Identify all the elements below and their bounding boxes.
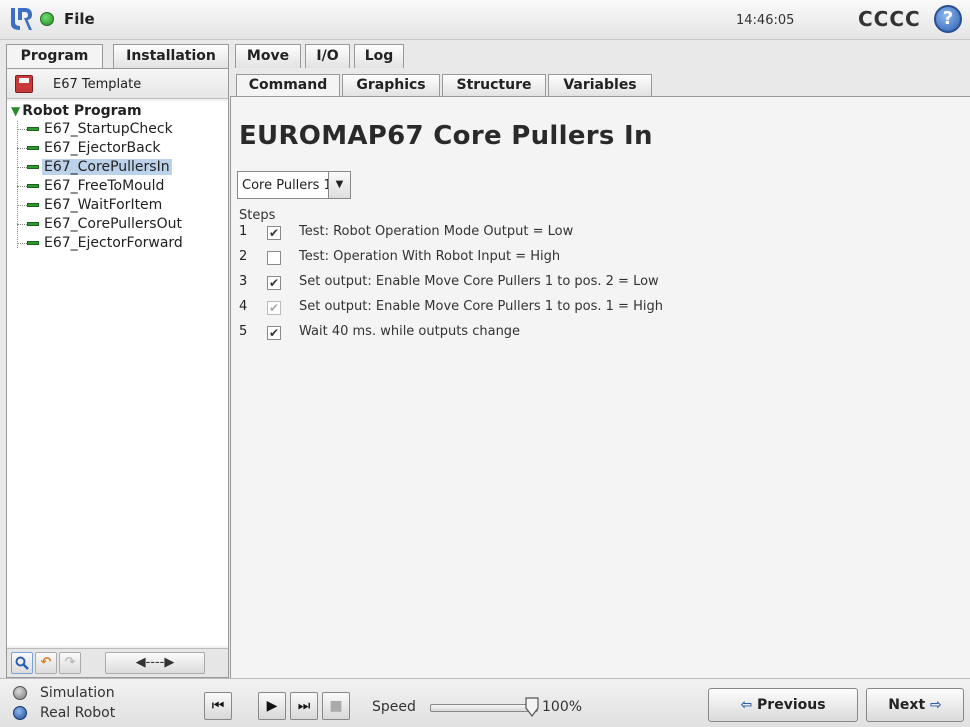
step-text: Set output: Enable Move Core Pullers 1 t… [299, 274, 659, 289]
tree-item[interactable]: E67_EjectorForward [17, 235, 185, 253]
command-panel: EUROMAP67 Core Pullers In Core Pullers 1… [230, 96, 970, 678]
tab-program[interactable]: Program [6, 44, 103, 69]
step-button[interactable]: ⏭ [290, 692, 318, 720]
tree-root[interactable]: ▼ Robot Program [11, 103, 142, 119]
file-menu[interactable]: File [64, 10, 95, 28]
next-label: Next [888, 697, 926, 713]
step-number: 2 [239, 249, 248, 264]
program-name: E67 Template [53, 77, 142, 92]
undo-icon[interactable]: ↶ [35, 652, 57, 674]
tab-io[interactable]: I/O [305, 44, 350, 68]
step-number: 1 [239, 224, 248, 239]
universal-robots-logo [11, 8, 32, 30]
tree-item-label: E67_StartupCheck [44, 121, 173, 137]
step-number: 3 [239, 274, 248, 289]
step-number: 5 [239, 324, 248, 339]
step-checkbox[interactable] [267, 251, 281, 265]
step-checkbox: ✔ [267, 301, 281, 315]
help-icon[interactable]: ? [934, 5, 962, 33]
tree-toolbar: ↶ ↷ ◀----▶ [7, 648, 228, 677]
speed-value: 100% [542, 699, 583, 715]
play-button[interactable]: ▶ [258, 692, 286, 720]
real-robot-label[interactable]: Real Robot [40, 705, 115, 721]
core-puller-select-value: Core Pullers 1 [242, 178, 332, 193]
steps-label: Steps [239, 208, 276, 223]
status-ok-icon [40, 12, 54, 26]
program-node-icon [27, 127, 39, 131]
program-tree: ▼ Robot Program E67_StartupCheck E67_Ejec… [7, 101, 228, 646]
tree-item[interactable]: E67_CorePullersOut [17, 216, 184, 234]
real-robot-radio-icon[interactable] [13, 706, 27, 720]
core-puller-select[interactable]: Core Pullers 1 ▼ [237, 171, 351, 199]
tree-root-label: Robot Program [22, 103, 142, 119]
step-checkbox[interactable]: ✔ [267, 326, 281, 340]
tab-graphics[interactable]: Graphics [342, 74, 440, 96]
clock: 14:46:05 [736, 13, 795, 28]
expand-collapse-button[interactable]: ◀----▶ [105, 652, 205, 674]
speed-label: Speed [372, 699, 416, 715]
tab-structure[interactable]: Structure [442, 74, 546, 96]
step-text: Test: Operation With Robot Input = High [299, 249, 561, 264]
tab-installation[interactable]: Installation [113, 44, 229, 68]
tree-item-label: E67_CorePullersOut [44, 216, 182, 232]
program-node-icon [27, 184, 39, 188]
tree-item[interactable]: E67_StartupCheck [17, 121, 175, 139]
program-header: E67 Template [7, 69, 228, 99]
tree-item-label: E67_EjectorBack [44, 140, 161, 156]
tab-move[interactable]: Move [235, 44, 301, 68]
program-node-icon [27, 146, 39, 150]
tree-item-label: E67_FreeToMould [44, 178, 165, 194]
tree-item-label: E67_EjectorForward [44, 235, 183, 251]
save-icon[interactable] [15, 75, 33, 93]
tree-item-selected[interactable]: E67_CorePullersIn [17, 159, 172, 177]
tree-item-label: E67_CorePullersIn [42, 159, 172, 175]
step-text: Set output: Enable Move Core Pullers 1 t… [299, 299, 663, 314]
step-checkbox[interactable]: ✔ [267, 226, 281, 240]
previous-button[interactable]: ⇦ Previous [708, 688, 858, 722]
previous-label: Previous [757, 697, 826, 713]
speed-slider[interactable] [430, 704, 538, 712]
robot-name: CCCC [858, 7, 921, 31]
expand-triangle-icon[interactable]: ▼ [11, 104, 20, 118]
program-node-icon [27, 241, 39, 245]
bottom-bar: Simulation Real Robot ⏮ ▶ ⏭ ■ Speed 100%… [0, 678, 970, 727]
page-title: EUROMAP67 Core Pullers In [239, 121, 653, 151]
program-panel: E67 Template ▼ Robot Program E67_StartupC… [6, 68, 229, 678]
arrow-right-icon: ⇨ [930, 697, 942, 713]
speed-slider-thumb[interactable] [524, 696, 540, 718]
rewind-button[interactable]: ⏮ [204, 692, 232, 720]
simulation-label[interactable]: Simulation [40, 685, 115, 701]
step-text: Test: Robot Operation Mode Output = Low [299, 224, 574, 239]
tab-variables[interactable]: Variables [548, 74, 652, 96]
step-checkbox[interactable]: ✔ [267, 276, 281, 290]
program-node-icon [27, 165, 39, 169]
next-button[interactable]: Next ⇨ [866, 688, 964, 722]
program-node-icon [27, 222, 39, 226]
redo-icon: ↷ [59, 652, 81, 674]
tree-item[interactable]: E67_WaitForItem [17, 197, 164, 215]
tree-item[interactable]: E67_FreeToMould [17, 178, 166, 196]
tab-command[interactable]: Command [236, 74, 340, 97]
step-number: 4 [239, 299, 248, 314]
tree-item-label: E67_WaitForItem [44, 197, 163, 213]
top-bar: File 14:46:05 CCCC ? [0, 0, 970, 40]
tree-item[interactable]: E67_EjectorBack [17, 140, 163, 158]
chevron-down-icon[interactable]: ▼ [328, 172, 350, 198]
tab-log[interactable]: Log [354, 44, 404, 68]
program-node-icon [27, 203, 39, 207]
simulation-radio-icon[interactable] [13, 686, 27, 700]
stop-button: ■ [322, 692, 350, 720]
step-text: Wait 40 ms. while outputs change [299, 324, 521, 339]
search-icon[interactable] [11, 652, 33, 674]
arrow-left-icon: ⇦ [740, 697, 753, 713]
